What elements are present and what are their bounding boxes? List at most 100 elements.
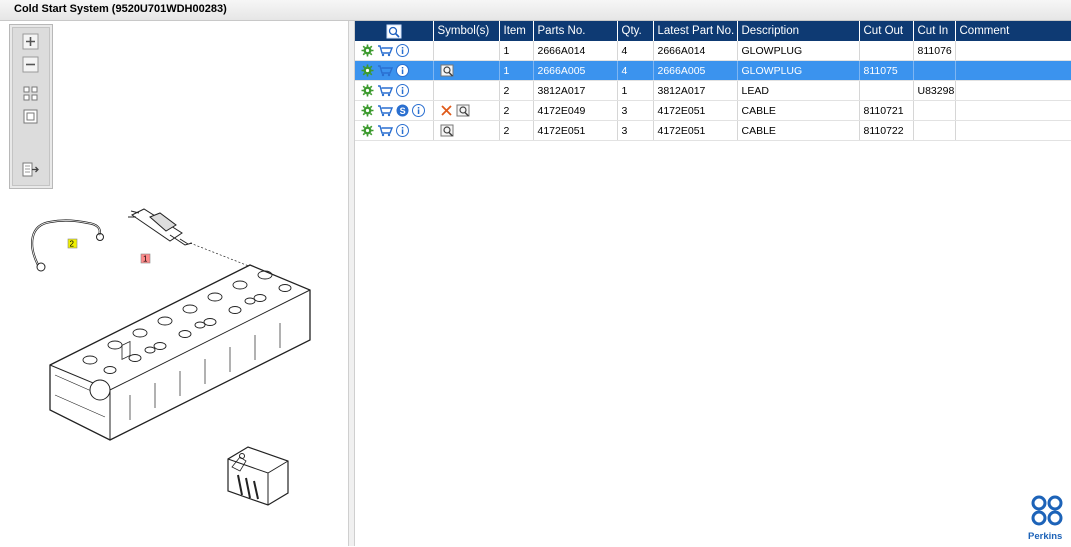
parts-table: Symbol(s) Item Parts No. Qty. Latest Par… — [355, 21, 1071, 141]
cell-comment[interactable] — [955, 41, 1071, 61]
info-icon[interactable] — [396, 84, 409, 97]
view-part-icon[interactable] — [440, 124, 455, 137]
cell-cut-out[interactable]: 8110722 — [859, 120, 914, 141]
header-qty[interactable]: Qty. — [617, 21, 654, 41]
cell-cut-in[interactable] — [913, 100, 956, 121]
header-latest-part-no[interactable]: Latest Part No. — [653, 21, 738, 41]
cell-description[interactable]: LEAD — [737, 80, 860, 101]
cart-icon[interactable] — [377, 64, 393, 77]
cell-cut-in[interactable] — [913, 60, 956, 81]
svg-text:S: S — [400, 106, 406, 116]
cell-description[interactable]: GLOWPLUG — [737, 41, 860, 61]
cell-qty[interactable]: 4 — [617, 60, 654, 81]
cell-comment[interactable] — [955, 100, 1071, 121]
cell-actions — [355, 80, 434, 101]
header-parts-no[interactable]: Parts No. — [533, 21, 618, 41]
parts-list: Symbol(s) Item Parts No. Qty. Latest Par… — [355, 21, 1071, 141]
gear-icon[interactable] — [361, 104, 374, 117]
gear-icon[interactable] — [361, 44, 374, 57]
fit-window-icon[interactable] — [22, 108, 39, 125]
cell-cut-out[interactable] — [859, 80, 914, 101]
window-title: Cold Start System (9520U701WDH00283) — [14, 3, 227, 15]
window-title-bar: Cold Start System (9520U701WDH00283) — [0, 0, 1071, 21]
cell-item[interactable]: 2 — [499, 120, 534, 141]
cell-description[interactable]: CABLE — [737, 120, 860, 141]
relay-illustration — [227, 446, 289, 506]
cell-item[interactable]: 2 — [499, 100, 534, 121]
view-part-icon[interactable] — [456, 104, 471, 117]
cell-item[interactable]: 2 — [499, 80, 534, 101]
cell-actions — [355, 120, 434, 141]
cell-symbols — [433, 60, 500, 81]
cell-part-no[interactable]: 2666A005 — [533, 60, 618, 81]
pane-splitter[interactable] — [348, 21, 355, 546]
export-list-icon[interactable] — [22, 161, 39, 178]
cell-description[interactable]: CABLE — [737, 100, 860, 121]
cell-comment[interactable] — [955, 60, 1071, 81]
cell-cut-in[interactable]: 811076 — [913, 41, 956, 61]
symbol-icons — [438, 104, 499, 117]
row-actions — [359, 124, 432, 137]
cell-item[interactable]: 1 — [499, 41, 534, 61]
table-row[interactable]: 1 2666A005 4 2666A005 GLOWPLUG 811075 — [355, 60, 1071, 81]
cell-cut-in[interactable]: U83298 — [913, 80, 956, 101]
gear-icon[interactable] — [361, 84, 374, 97]
header-cut-in[interactable]: Cut In — [913, 21, 956, 41]
info-icon[interactable] — [396, 44, 409, 57]
view-part-icon[interactable] — [440, 64, 455, 77]
cell-cut-out[interactable]: 8110721 — [859, 100, 914, 121]
cell-latest-part-no[interactable]: 3812A017 — [653, 80, 738, 101]
header-symbols[interactable]: Symbol(s) — [433, 21, 500, 41]
cell-comment[interactable] — [955, 120, 1071, 141]
table-row[interactable]: S 2 4172E049 3 4172E051 CABLE 8110721 — [355, 100, 1071, 121]
cart-icon[interactable] — [377, 44, 393, 57]
cell-cut-out[interactable]: 811075 — [859, 60, 914, 81]
cell-part-no[interactable]: 3812A017 — [533, 80, 618, 101]
cell-symbols — [433, 80, 500, 101]
row-actions: S — [359, 104, 432, 117]
gear-icon[interactable] — [361, 64, 374, 77]
cell-cut-in[interactable] — [913, 120, 956, 141]
cell-qty[interactable]: 1 — [617, 80, 654, 101]
header-comment[interactable]: Comment — [955, 21, 1071, 41]
fit-all-icon[interactable] — [22, 85, 39, 102]
view-drawing-icon[interactable] — [386, 24, 402, 39]
row-actions — [359, 44, 432, 57]
cell-qty[interactable]: 3 — [617, 120, 654, 141]
exploded-parts-drawing[interactable]: 2 1 — [10, 195, 340, 540]
cell-qty[interactable]: 4 — [617, 41, 654, 61]
cell-latest-part-no[interactable]: 4172E051 — [653, 100, 738, 121]
cart-icon[interactable] — [377, 124, 393, 137]
perkins-logo: Perkins — [1026, 494, 1068, 544]
cell-actions — [355, 41, 434, 61]
cell-item[interactable]: 1 — [499, 60, 534, 81]
not-interchangeable-icon — [440, 105, 452, 116]
cell-part-no[interactable]: 4172E049 — [533, 100, 618, 121]
header-description[interactable]: Description — [737, 21, 860, 41]
gear-icon[interactable] — [361, 124, 374, 137]
zoom-out-icon[interactable] — [22, 56, 39, 73]
cart-icon[interactable] — [377, 104, 393, 117]
table-row[interactable]: 2 3812A017 1 3812A017 LEAD U83298 — [355, 80, 1071, 101]
cell-part-no[interactable]: 4172E051 — [533, 120, 618, 141]
cell-latest-part-no[interactable]: 2666A005 — [653, 60, 738, 81]
cell-qty[interactable]: 3 — [617, 100, 654, 121]
cell-part-no[interactable]: 2666A014 — [533, 41, 618, 61]
callout-1: 1 — [143, 255, 148, 264]
cell-cut-out[interactable] — [859, 41, 914, 61]
info-icon[interactable] — [412, 104, 425, 117]
cell-latest-part-no[interactable]: 2666A014 — [653, 41, 738, 61]
supersession-icon[interactable]: S — [396, 104, 409, 117]
cell-latest-part-no[interactable]: 4172E051 — [653, 120, 738, 141]
info-icon[interactable] — [396, 64, 409, 77]
header-item[interactable]: Item — [499, 21, 534, 41]
cell-comment[interactable] — [955, 80, 1071, 101]
header-actions[interactable] — [355, 21, 434, 41]
header-cut-out[interactable]: Cut Out — [859, 21, 914, 41]
cart-icon[interactable] — [377, 84, 393, 97]
table-row[interactable]: 2 4172E051 3 4172E051 CABLE 8110722 — [355, 120, 1071, 141]
info-icon[interactable] — [396, 124, 409, 137]
cell-description[interactable]: GLOWPLUG — [737, 60, 860, 81]
zoom-in-icon[interactable] — [22, 33, 39, 50]
table-row[interactable]: 1 2666A014 4 2666A014 GLOWPLUG 811076 — [355, 41, 1071, 61]
